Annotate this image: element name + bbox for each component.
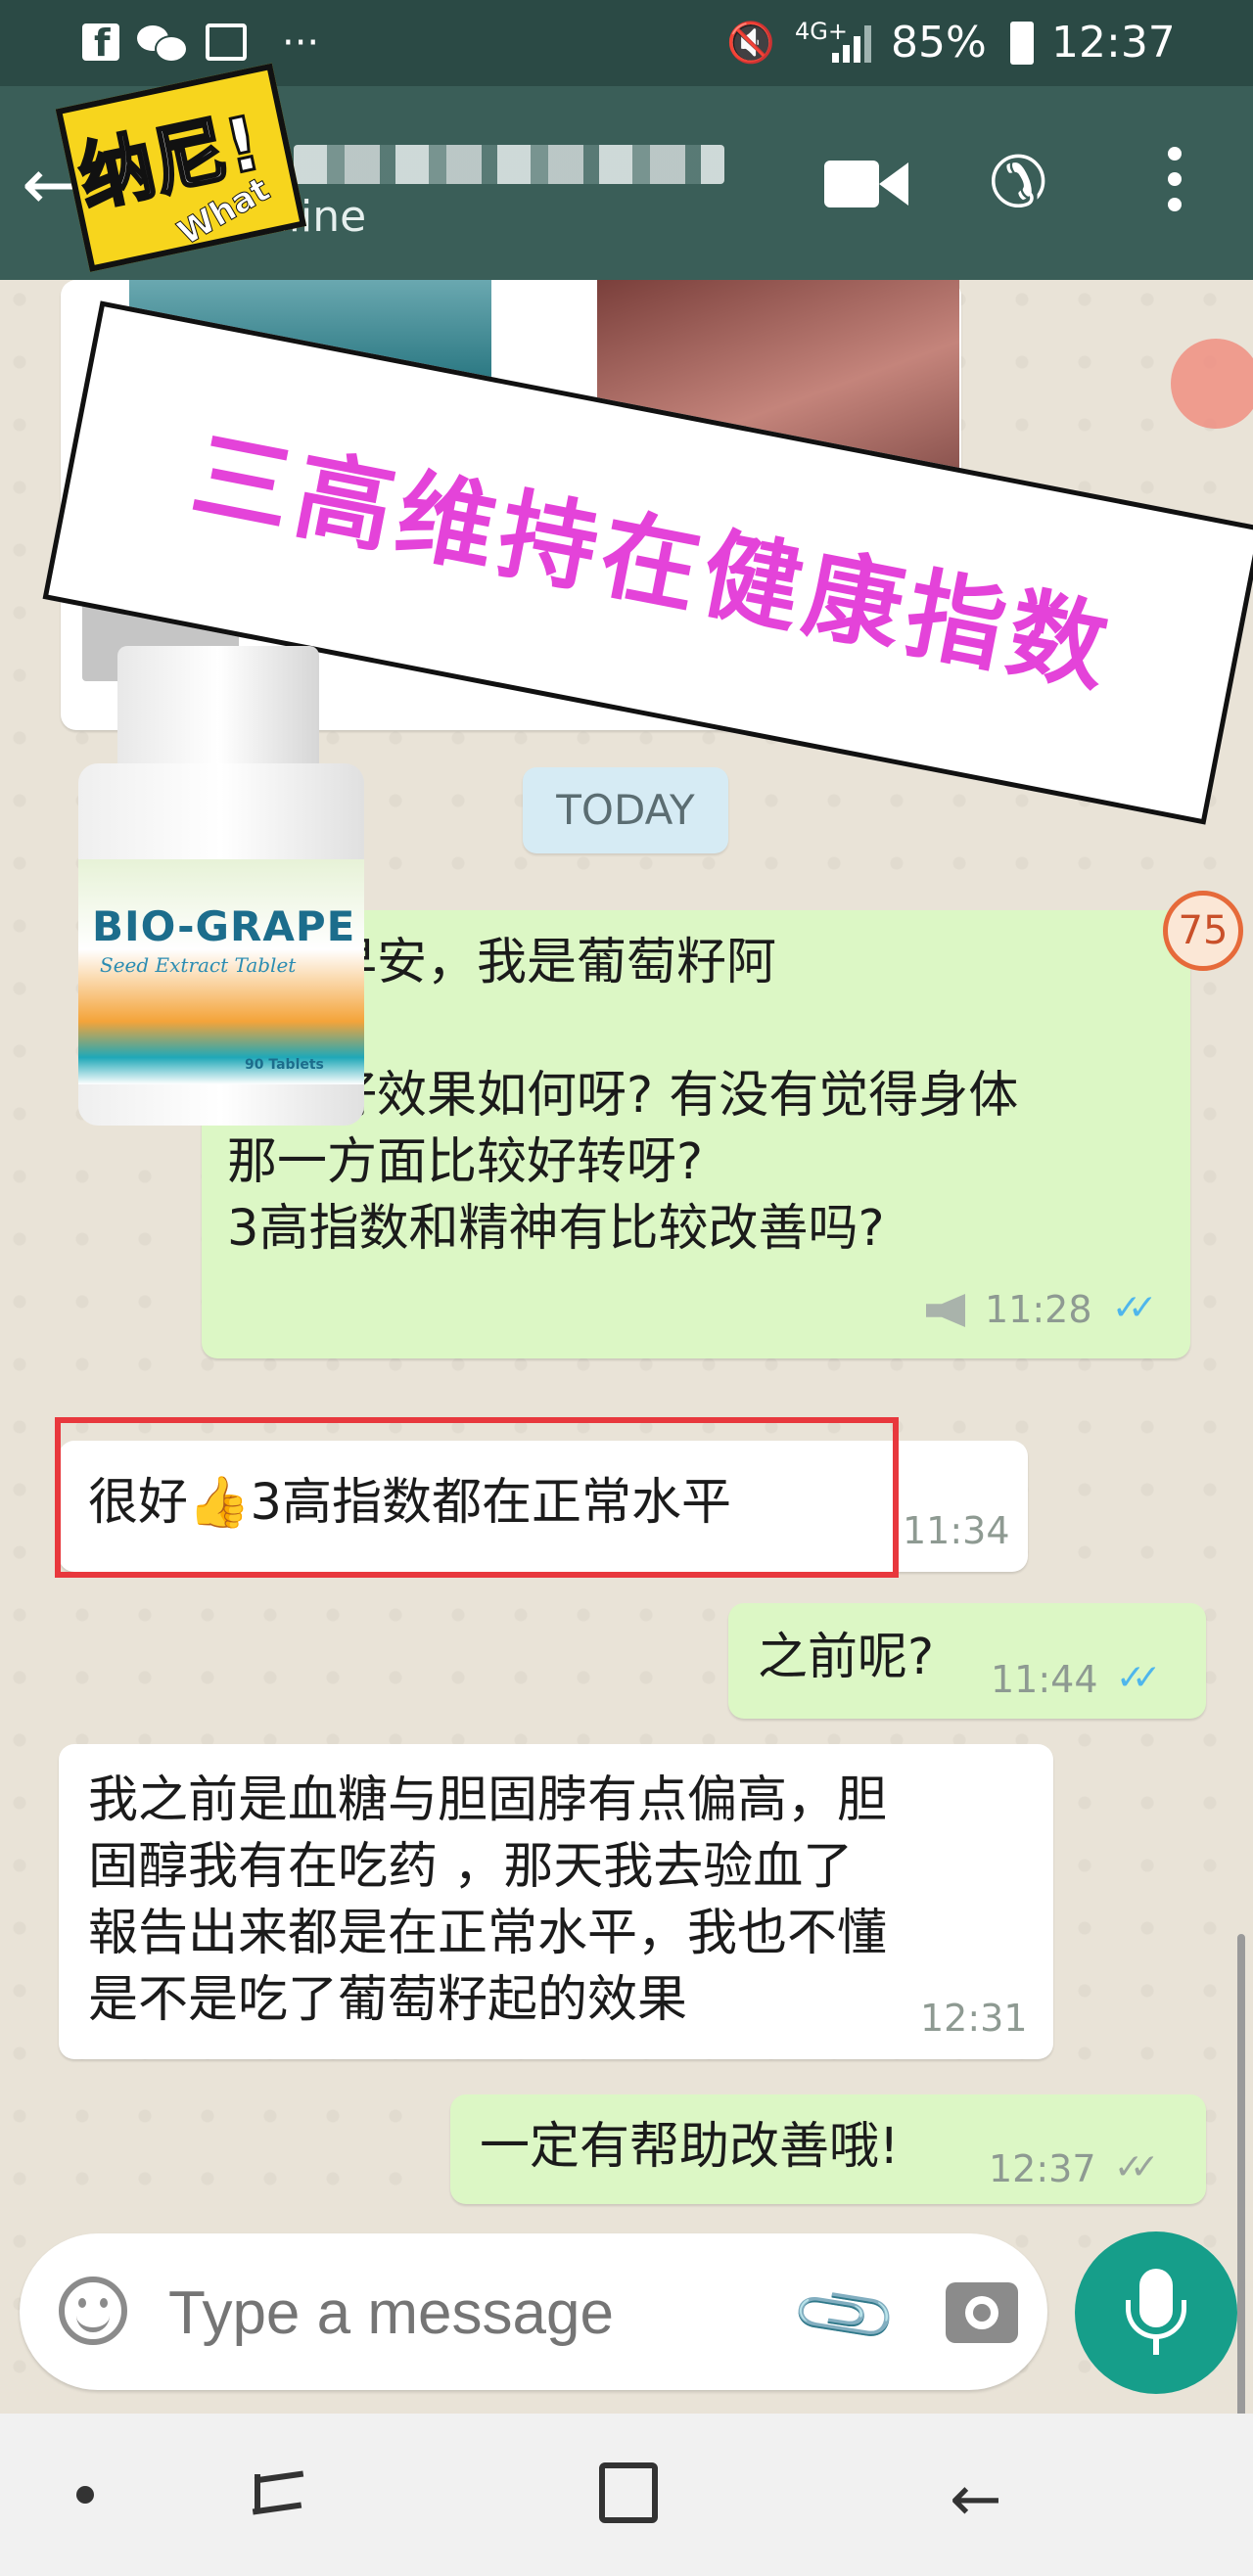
read-ticks-icon: ✓✓ <box>1116 1658 1161 1698</box>
bottle-cap <box>117 646 319 773</box>
wechat-icon <box>137 25 188 63</box>
read-ticks-icon: ✓✓ <box>1114 2147 1159 2187</box>
product-count: 90 Tablets <box>245 1057 324 1073</box>
home-icon[interactable] <box>599 2462 658 2523</box>
message-time: 12:37 <box>989 2147 1096 2190</box>
message-time: 11:44 <box>991 1658 1098 1701</box>
recent-apps-icon[interactable] <box>249 2466 307 2525</box>
more-notifications-icon: ··· <box>282 21 320 66</box>
product-subtitle: Seed Extract Tablet <box>100 953 297 977</box>
nav-dot-icon[interactable] <box>76 2486 94 2504</box>
broadcast-icon <box>926 1294 965 1327</box>
message-input-bar: 📎 <box>20 2233 1047 2390</box>
clock: 12:37 <box>1051 18 1176 68</box>
message-text: 一定有帮助改善哦! <box>480 2118 900 2176</box>
video-call-icon[interactable] <box>824 157 912 211</box>
message-time: 11:28 <box>985 1288 1092 1331</box>
facebook-icon: f <box>82 22 119 65</box>
scrollbar[interactable] <box>1237 1934 1245 2482</box>
status-bar: f ··· 🔇 4G+ 85% 12:37 <box>0 0 1253 86</box>
message-text: 我之前是血糖与胆固脖有点偏高，胆 固醇我有在吃药 ，那天我去验血了 報告出来都是… <box>88 1771 888 2029</box>
camera-icon[interactable] <box>946 2282 1018 2343</box>
product-brand: BIO-GRAPE <box>92 902 356 950</box>
date-chip: TODAY <box>523 767 728 853</box>
mute-icon: 🔇 <box>726 21 775 66</box>
gallery-icon <box>206 23 247 61</box>
bottle-label: BIO-GRAPE Seed Extract Tablet 90 Tablets <box>78 859 364 1084</box>
forward-icon[interactable] <box>1171 339 1253 429</box>
message-bubble-incoming[interactable]: 我之前是血糖与胆固脖有点偏高，胆 固醇我有在吃药 ，那天我去验血了 報告出来都是… <box>59 1744 1053 2059</box>
emoji-icon[interactable] <box>59 2277 127 2345</box>
unread-count: 75 <box>1178 908 1229 953</box>
highlight-box <box>55 1417 899 1578</box>
read-ticks-icon: ✓✓ <box>1112 1288 1157 1328</box>
more-options-icon[interactable] <box>1165 147 1184 215</box>
message-time: 11:34 <box>903 1509 1010 1552</box>
back-nav-icon[interactable]: ← <box>950 2468 1002 2531</box>
attach-icon[interactable]: 📎 <box>787 2257 905 2374</box>
message-bubble-outgoing[interactable]: 之前呢? 11:44 ✓✓ <box>728 1603 1206 1719</box>
date-chip-label: TODAY <box>556 786 695 834</box>
battery-percent: 85% <box>891 18 987 68</box>
phone-call-icon[interactable]: ✆ <box>989 141 1047 223</box>
message-text: 早安早安，我是葡萄籽阿 妹。 葡萄籽效果如何呀? 有没有觉得身体 那一方面比较好… <box>227 934 1019 1258</box>
signal-icon <box>832 23 875 63</box>
battery-icon <box>1010 22 1034 65</box>
message-text: 之前呢? <box>758 1629 935 1686</box>
unread-badge: 75 <box>1163 891 1243 971</box>
message-input[interactable] <box>166 2273 758 2353</box>
system-nav-bar: ← <box>0 2414 1253 2576</box>
message-time: 12:31 <box>920 1997 1028 2040</box>
product-bottle: BIO-GRAPE Seed Extract Tablet 90 Tablets <box>78 646 364 1126</box>
contact-name[interactable] <box>294 145 724 184</box>
message-bubble-outgoing[interactable]: 一定有帮助改善哦! 12:37 ✓✓ <box>450 2094 1206 2204</box>
mic-button[interactable] <box>1075 2231 1237 2394</box>
